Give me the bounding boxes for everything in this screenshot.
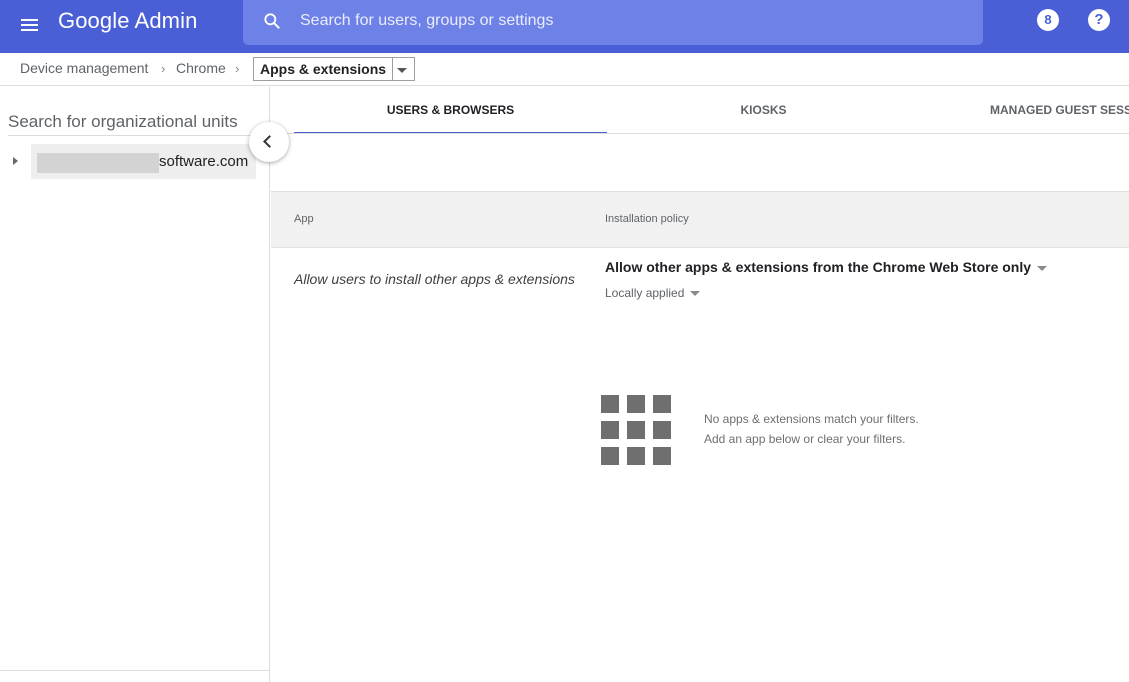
breadcrumb-item-device-management[interactable]: Device management: [20, 60, 148, 76]
policy-name: Allow users to install other apps & exte…: [294, 271, 575, 287]
search-icon[interactable]: [262, 11, 282, 31]
tab-bar: USERS & BROWSERS KIOSKS MANAGED GUEST SE…: [271, 87, 1129, 134]
org-unit-item[interactable]: software.com: [31, 144, 256, 179]
chevron-down-icon: [690, 291, 701, 297]
column-header-app: App: [294, 213, 314, 225]
apps-grid-icon: [601, 395, 671, 465]
global-search-input[interactable]: [300, 10, 960, 32]
help-icon[interactable]: ?: [1088, 9, 1110, 31]
tab-users-browsers[interactable]: USERS & BROWSERS: [294, 87, 607, 133]
collapse-panel-button[interactable]: [249, 122, 289, 162]
breadcrumb-dropdown-button[interactable]: [389, 57, 415, 81]
org-unit-search-input[interactable]: [8, 108, 258, 136]
redacted-org-name: [37, 153, 159, 173]
expand-arrow-icon[interactable]: [13, 157, 18, 165]
installation-policy-value: Allow other apps & extensions from the C…: [605, 259, 1032, 275]
column-header-installation-policy: Installation policy: [605, 213, 689, 225]
installation-policy-select[interactable]: Allow other apps & extensions from the C…: [605, 259, 1048, 275]
chevron-down-icon: [1037, 265, 1048, 271]
breadcrumb-separator: ›: [161, 61, 166, 76]
empty-state-message: No apps & extensions match your filters.: [704, 412, 919, 426]
tab-managed-guest-sessions[interactable]: MANAGED GUEST SESSIONS: [990, 87, 1129, 133]
app-title[interactable]: Google Admin: [58, 7, 197, 35]
breadcrumb-item-chrome[interactable]: Chrome: [176, 60, 226, 76]
tab-kiosks[interactable]: KIOSKS: [607, 87, 920, 133]
policy-scope-select[interactable]: Locally applied: [605, 286, 701, 300]
admin-badge-icon[interactable]: 8: [1037, 9, 1059, 31]
empty-state-hint: Add an app below or clear your filters.: [704, 432, 906, 446]
breadcrumb-separator: ›: [235, 61, 240, 76]
org-unit-panel: software.com: [0, 87, 270, 682]
breadcrumb-current-page[interactable]: Apps & extensions: [253, 57, 394, 81]
policy-scope-value: Locally applied: [605, 286, 685, 300]
menu-icon[interactable]: [18, 13, 42, 37]
table-header: App Installation policy: [271, 191, 1129, 248]
org-unit-label: software.com: [159, 153, 249, 170]
panel-divider: [0, 670, 270, 671]
breadcrumb: [0, 53, 1129, 86]
